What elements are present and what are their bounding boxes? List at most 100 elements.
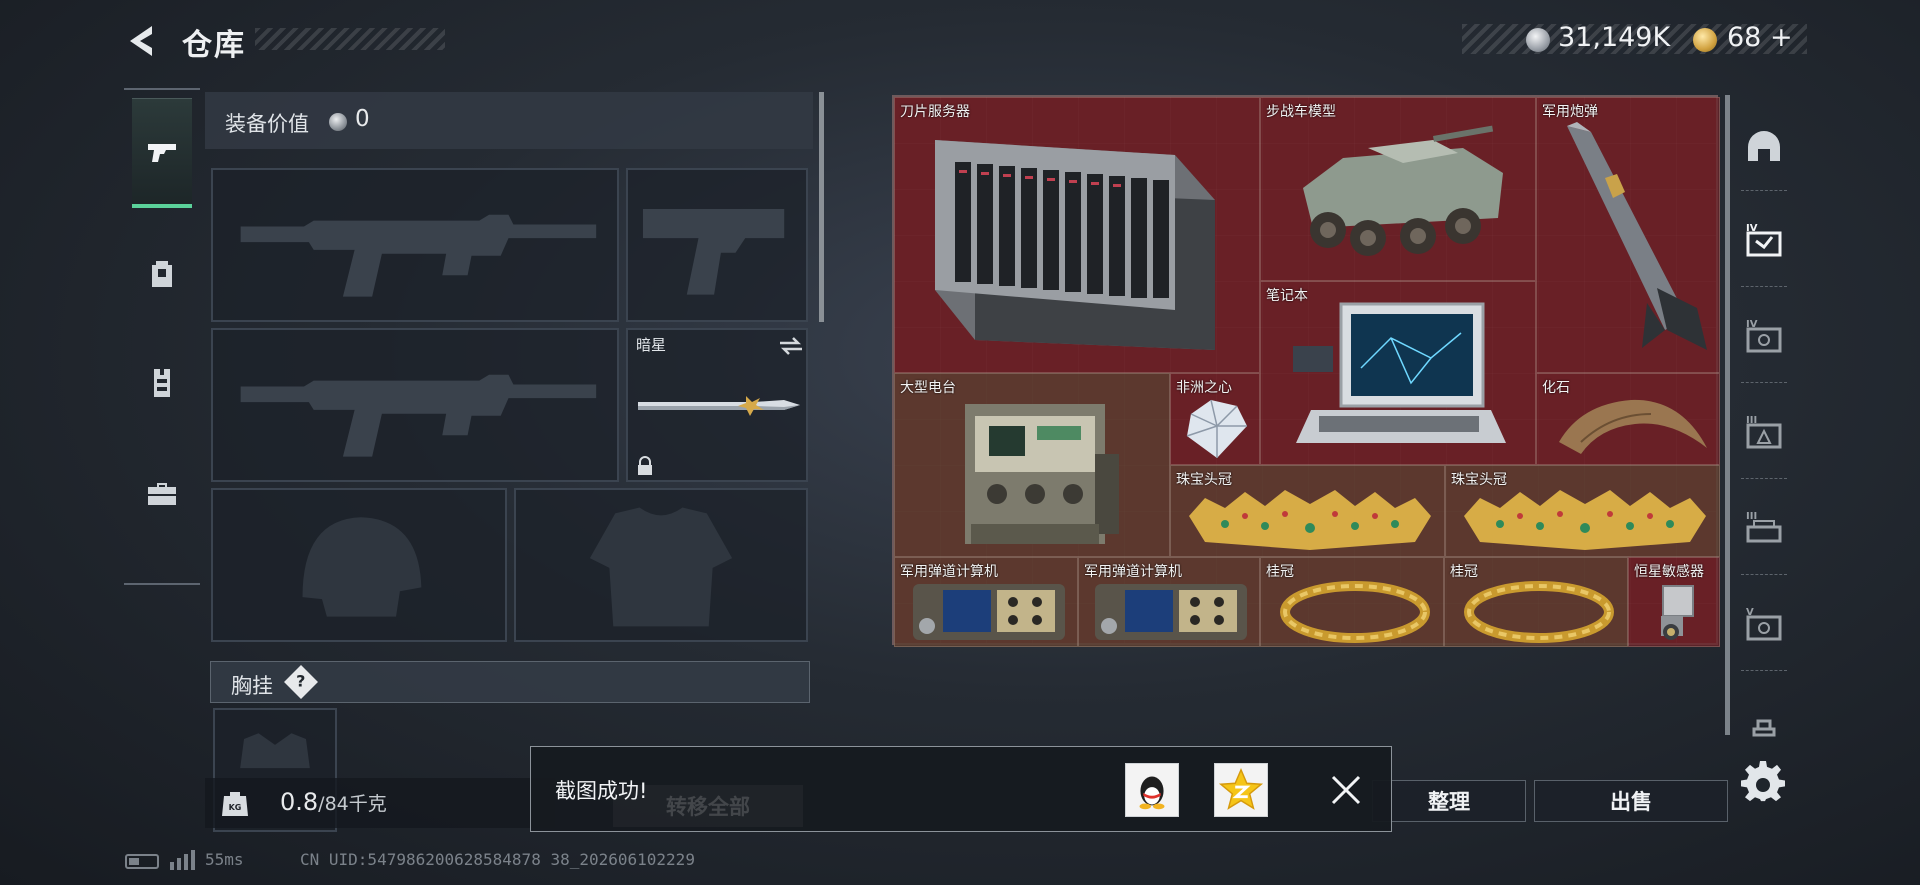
item-name: 非洲之心 xyxy=(1176,380,1232,396)
stash-item[interactable]: 刀片服务器 xyxy=(894,97,1260,373)
tab-toolbox[interactable] xyxy=(132,438,192,548)
primary-weapon-slot[interactable] xyxy=(211,168,619,322)
svg-text:IV: IV xyxy=(1746,223,1758,234)
sell-button[interactable]: 出售 xyxy=(1534,780,1728,822)
helmet-category-icon xyxy=(1748,131,1780,161)
sort-button[interactable]: 整理 xyxy=(1372,780,1526,822)
share-qq-button[interactable] xyxy=(1125,763,1179,817)
vest-icon xyxy=(154,369,170,397)
add-gold-icon[interactable]: + xyxy=(1770,22,1793,53)
gold-amount: 68 xyxy=(1727,22,1762,53)
category-tabs xyxy=(124,88,200,585)
pistol-silhouette-icon xyxy=(642,208,785,295)
tier4-icon: IV xyxy=(1746,319,1782,353)
secondary-weapon-slot[interactable] xyxy=(626,168,808,322)
swap-icon[interactable] xyxy=(778,336,804,356)
artillery-shell-icon xyxy=(1567,122,1707,350)
stash-item[interactable]: 军用弹道计算机 xyxy=(894,557,1078,647)
help-icon-glyph: ? xyxy=(296,672,306,691)
equipment-panel: 装备价值 0 暗星 胸挂 ? xyxy=(205,92,824,832)
coin-icon xyxy=(1526,28,1550,52)
chest-rig-header: 胸挂 ? xyxy=(210,661,810,703)
laurel-crown-icon xyxy=(1280,581,1430,643)
svg-text:IV: IV xyxy=(1746,319,1758,330)
svg-text:III: III xyxy=(1746,511,1757,522)
fossil-claw-icon xyxy=(1559,399,1707,454)
stash-grid: 刀片服务器 步战车模型 军用炮弹 笔记本 大型电台 非洲之心 化石 珠宝头冠 珠… xyxy=(892,95,1720,647)
tab-weapons[interactable] xyxy=(132,98,192,208)
stash-item[interactable]: 非洲之心 xyxy=(1170,373,1260,465)
pistol-icon xyxy=(148,143,176,162)
share-qzone-button[interactable] xyxy=(1214,763,1268,817)
tier5-icon: V xyxy=(1746,607,1782,641)
backpack-icon xyxy=(152,261,172,287)
filter-tier4[interactable]: IV xyxy=(1739,312,1789,362)
tier3-icon: III xyxy=(1746,415,1782,449)
settings-gear-icon[interactable] xyxy=(1741,760,1785,804)
svg-text:V: V xyxy=(1746,607,1754,618)
back-icon[interactable] xyxy=(122,20,164,62)
filter-tier3[interactable]: III xyxy=(1739,408,1789,458)
ifv-model-icon xyxy=(1303,125,1503,256)
stash-item[interactable]: 桂冠 xyxy=(1260,557,1444,647)
user-uid: CN UID:547986200628584878 38_20260610222… xyxy=(300,850,695,869)
gold-balance[interactable]: 68 + xyxy=(1727,22,1793,53)
chest-rig-label: 胸挂 xyxy=(231,674,273,698)
stash-item[interactable]: 珠宝头冠 xyxy=(1170,465,1445,557)
carry-weight: 0.8/84千克 xyxy=(280,788,387,816)
laptop-icon xyxy=(1293,302,1506,443)
signal-icon xyxy=(170,850,195,870)
item-name: 恒星敏感器 xyxy=(1634,564,1704,580)
top-bar: 仓库 31,149K 68 + xyxy=(0,0,1920,80)
stash-item[interactable]: 步战车模型 xyxy=(1260,97,1536,281)
dark-star-knife-icon xyxy=(638,396,800,416)
stash-item[interactable]: 化石 xyxy=(1536,373,1720,465)
tier3-rig-icon: III xyxy=(1746,511,1782,543)
screenshot-toast: 转移全部 截图成功! xyxy=(530,746,1392,832)
carry-weight-max: /84千克 xyxy=(318,793,387,815)
body-armor-slot[interactable] xyxy=(514,488,808,642)
lock-icon xyxy=(638,456,652,475)
stash-item[interactable]: 桂冠 xyxy=(1444,557,1628,647)
title-decoration xyxy=(255,28,445,50)
filter-tier3-rig[interactable]: III xyxy=(1739,504,1789,554)
coin-icon xyxy=(329,113,347,131)
tier4-armor-icon: IV xyxy=(1746,223,1782,257)
stash-item[interactable]: 大型电台 xyxy=(894,373,1170,557)
stash-item[interactable]: 恒星敏感器 xyxy=(1628,557,1720,647)
helmet-slot[interactable] xyxy=(211,488,507,642)
stash-scrollbar[interactable] xyxy=(1725,95,1730,735)
armor-silhouette-icon xyxy=(589,507,733,627)
qq-penguin-icon xyxy=(1139,776,1165,810)
filter-tier5[interactable]: V xyxy=(1739,600,1789,650)
weight-icon-label: KG xyxy=(229,803,242,812)
battery-icon xyxy=(125,854,159,869)
rifle-silhouette-icon xyxy=(240,214,597,297)
ballistic-computer-icon xyxy=(913,584,1065,640)
rifle-silhouette-icon xyxy=(240,374,597,457)
stash-item[interactable]: 军用弹道计算机 xyxy=(1078,557,1260,647)
jeweled-tiara-icon xyxy=(1189,490,1431,550)
filter-helmet-category[interactable] xyxy=(1739,122,1789,172)
blade-server-icon xyxy=(935,140,1215,350)
helmet-silhouette-icon xyxy=(302,517,422,617)
tab-backpack[interactable] xyxy=(132,218,192,328)
melee-weapon-slot[interactable]: 暗星 xyxy=(626,328,808,482)
toast-message: 截图成功! xyxy=(555,779,648,803)
help-icon[interactable]: ? xyxy=(284,665,318,699)
equipment-value-label: 装备价值 xyxy=(225,112,309,136)
item-name: 刀片服务器 xyxy=(900,104,970,120)
filter-tier4-armor[interactable]: IV xyxy=(1739,216,1789,266)
small-icon xyxy=(1752,719,1776,737)
ping-readout: 55ms xyxy=(205,850,244,869)
weight-bar: KG 0.8/84千克 xyxy=(205,778,555,828)
stash-item[interactable]: 珠宝头冠 xyxy=(1445,465,1720,557)
filter-small[interactable] xyxy=(1739,708,1789,738)
equipment-scrollbar[interactable] xyxy=(819,92,824,322)
second-primary-weapon-slot[interactable] xyxy=(211,328,619,482)
close-icon[interactable] xyxy=(1327,771,1365,809)
stash-item[interactable]: 笔记本 xyxy=(1260,281,1536,465)
stash-item[interactable]: 军用炮弹 xyxy=(1536,97,1720,373)
tab-vest[interactable] xyxy=(132,328,192,438)
jeweled-tiara-icon xyxy=(1464,490,1706,550)
